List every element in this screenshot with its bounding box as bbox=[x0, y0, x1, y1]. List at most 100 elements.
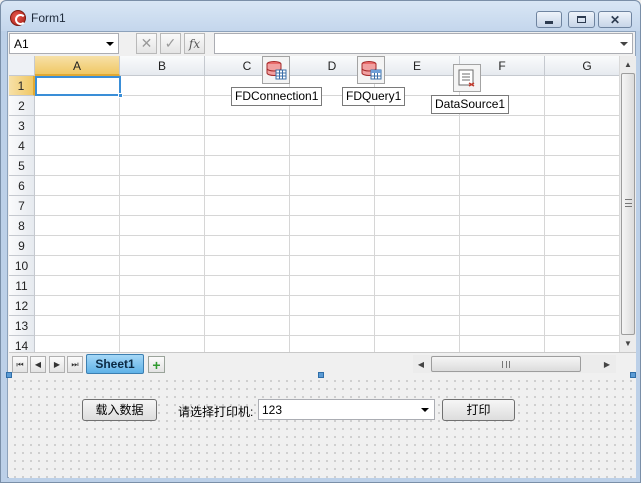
scroll-right-icon[interactable]: ▶ bbox=[599, 355, 615, 373]
printer-label: 请选择打印机: bbox=[178, 405, 254, 419]
row-header[interactable]: 11 bbox=[9, 276, 35, 296]
component-label[interactable]: FDConnection1 bbox=[231, 87, 323, 106]
selected-cell[interactable] bbox=[35, 76, 121, 96]
column-header[interactable]: G bbox=[545, 56, 619, 76]
row-header[interactable]: 7 bbox=[9, 196, 35, 216]
sheet-tab[interactable]: Sheet1 bbox=[86, 354, 144, 374]
grid-line bbox=[35, 115, 619, 116]
chevron-down-icon[interactable] bbox=[106, 42, 114, 46]
printer-select[interactable]: 123 bbox=[258, 399, 435, 420]
fill-handle[interactable] bbox=[118, 93, 123, 98]
select-all-corner[interactable] bbox=[9, 56, 35, 76]
app-window: Form1 ✕ A1 ✕ ✓ fx A B C D E F G 1 2 3 4 5 6 7 8 9 10 11 12… bbox=[0, 0, 641, 483]
grid-line bbox=[35, 315, 619, 316]
resize-handle[interactable] bbox=[318, 372, 324, 378]
horizontal-scrollbar[interactable]: ◀ ▶ bbox=[413, 355, 616, 373]
function-icon: fx bbox=[188, 36, 201, 51]
prev-sheet-button[interactable]: ◀ bbox=[30, 356, 46, 373]
grid-line bbox=[204, 76, 205, 352]
form-client-area: A1 ✕ ✓ fx A B C D E F G 1 2 3 4 5 6 7 8 9 10 11 12 13 14 FDCo… bbox=[6, 31, 636, 478]
maximize-icon bbox=[577, 16, 586, 23]
spreadsheet-grid[interactable]: A B C D E F G 1 2 3 4 5 6 7 8 9 10 11 12 13 14 FDConnection1 F… bbox=[9, 56, 619, 352]
scroll-down-icon[interactable]: ▼ bbox=[620, 335, 636, 351]
plus-icon: + bbox=[152, 356, 161, 373]
grip-icon bbox=[625, 199, 632, 207]
row-header[interactable]: 14 bbox=[9, 336, 35, 352]
check-icon: ✓ bbox=[164, 35, 177, 51]
row-header[interactable]: 4 bbox=[9, 136, 35, 156]
column-header[interactable]: B bbox=[120, 56, 205, 76]
confirm-edit-button[interactable]: ✓ bbox=[160, 33, 181, 54]
resize-handle[interactable] bbox=[630, 372, 636, 378]
close-button[interactable]: ✕ bbox=[598, 11, 632, 28]
grid-line bbox=[35, 235, 619, 236]
prev-icon: ◀ bbox=[34, 360, 42, 369]
database-query-icon[interactable] bbox=[357, 56, 385, 84]
cell-reference-value: A1 bbox=[14, 37, 29, 51]
vertical-scrollbar[interactable]: ▲ ▼ bbox=[619, 56, 636, 352]
close-icon: ✕ bbox=[609, 12, 621, 27]
title-bar[interactable]: Form1 ✕ bbox=[1, 1, 640, 31]
horizontal-scroll-thumb[interactable] bbox=[431, 356, 581, 372]
grid-line bbox=[35, 275, 619, 276]
column-header[interactable]: E bbox=[375, 56, 460, 76]
last-icon: ⏭ bbox=[71, 359, 79, 369]
grid-line bbox=[35, 155, 619, 156]
insert-function-button[interactable]: fx bbox=[184, 33, 205, 54]
row-header[interactable]: 5 bbox=[9, 156, 35, 176]
scroll-up-icon[interactable]: ▲ bbox=[620, 56, 636, 72]
cross-icon: ✕ bbox=[140, 35, 153, 51]
row-header[interactable]: 13 bbox=[9, 316, 35, 336]
grid-line bbox=[35, 195, 619, 196]
cell-reference-box[interactable]: A1 bbox=[9, 33, 119, 54]
grid-line bbox=[35, 135, 619, 136]
row-header[interactable]: 10 bbox=[9, 256, 35, 276]
row-header[interactable]: 8 bbox=[9, 216, 35, 236]
load-data-button[interactable]: 载入数据 bbox=[82, 399, 157, 421]
minimize-icon bbox=[545, 20, 553, 24]
row-header[interactable]: 9 bbox=[9, 236, 35, 256]
printer-select-value: 123 bbox=[262, 403, 283, 417]
next-icon: ▶ bbox=[53, 360, 61, 369]
component-label[interactable]: FDQuery1 bbox=[342, 87, 406, 106]
resize-handle[interactable] bbox=[6, 372, 12, 378]
next-sheet-button[interactable]: ▶ bbox=[49, 356, 65, 373]
cancel-edit-button[interactable]: ✕ bbox=[136, 33, 157, 54]
row-header[interactable]: 12 bbox=[9, 296, 35, 316]
grid-line bbox=[459, 76, 460, 352]
grid-line bbox=[35, 295, 619, 296]
minimize-button[interactable] bbox=[536, 11, 562, 28]
form-design-surface[interactable]: 载入数据 请选择打印机: 123 打印 bbox=[6, 372, 636, 478]
app-icon bbox=[10, 10, 26, 26]
row-header[interactable]: 6 bbox=[9, 176, 35, 196]
grid-line bbox=[35, 335, 619, 336]
column-header[interactable]: A bbox=[35, 56, 120, 76]
row-header[interactable]: 3 bbox=[9, 116, 35, 136]
grid-line bbox=[35, 255, 619, 256]
window-title: Form1 bbox=[31, 11, 66, 25]
component-label[interactable]: DataSource1 bbox=[431, 95, 510, 114]
add-sheet-button[interactable]: + bbox=[148, 356, 165, 373]
grid-line bbox=[374, 76, 375, 352]
chevron-down-icon[interactable] bbox=[620, 42, 628, 46]
grid-line bbox=[289, 76, 290, 352]
vertical-scroll-thumb[interactable] bbox=[621, 73, 635, 335]
database-connection-icon[interactable] bbox=[262, 56, 290, 84]
grid-line bbox=[544, 76, 545, 352]
datasource-icon[interactable] bbox=[453, 64, 481, 92]
sheet-tab-bar: ⏮ ◀ ▶ ⏭ Sheet1 + ◀ ▶ bbox=[9, 352, 636, 374]
scroll-left-icon[interactable]: ◀ bbox=[413, 355, 429, 373]
grid-line bbox=[119, 76, 120, 352]
first-icon: ⏮ bbox=[16, 359, 24, 369]
formula-input[interactable] bbox=[214, 33, 633, 54]
row-header[interactable]: 1 bbox=[9, 76, 35, 96]
grip-icon bbox=[502, 361, 510, 368]
print-button[interactable]: 打印 bbox=[442, 399, 515, 421]
grid-line bbox=[35, 215, 619, 216]
last-sheet-button[interactable]: ⏭ bbox=[67, 356, 83, 373]
maximize-button[interactable] bbox=[568, 11, 595, 28]
chevron-down-icon[interactable] bbox=[421, 408, 429, 412]
first-sheet-button[interactable]: ⏮ bbox=[12, 356, 28, 373]
grid-line bbox=[35, 175, 619, 176]
row-header[interactable]: 2 bbox=[9, 96, 35, 116]
